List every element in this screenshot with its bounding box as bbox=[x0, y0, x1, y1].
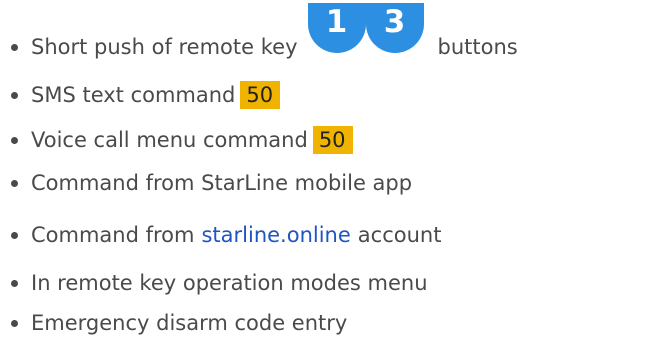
list-item-operation-modes: In remote key operation modes menu bbox=[0, 263, 428, 303]
item-text: Short push of remote key bbox=[31, 34, 298, 59]
bullet-icon bbox=[11, 179, 18, 187]
item-text-before: Command from bbox=[31, 222, 195, 247]
remote-key-buttons: 1 3 bbox=[307, 3, 426, 71]
bullet-icon bbox=[11, 319, 18, 327]
item-text: Emergency disarm code entry bbox=[31, 310, 348, 335]
list-item-remote-key: Short push of remote key 1 3 buttons bbox=[0, 3, 518, 67]
bullet-icon bbox=[11, 231, 18, 239]
list-item-sms-command: SMS text command 50 bbox=[0, 75, 281, 115]
starline-online-link[interactable]: starline.online bbox=[201, 224, 350, 246]
item-text: SMS text command bbox=[31, 82, 236, 107]
command-code-badge: 50 bbox=[312, 126, 353, 154]
list-item-mobile-app: Command from StarLine mobile app bbox=[0, 163, 412, 203]
remote-key-3-icon: 3 bbox=[365, 3, 424, 53]
item-text-after: buttons bbox=[437, 34, 518, 59]
remote-key-1-icon: 1 bbox=[307, 3, 366, 53]
list-item-voice-command: Voice call menu command 50 bbox=[0, 120, 353, 160]
list-item-emergency-code: Emergency disarm code entry bbox=[0, 303, 347, 343]
disarm-methods-list: Short push of remote key 1 3 buttons SMS… bbox=[0, 0, 646, 342]
item-text-after: account bbox=[357, 222, 442, 247]
bullet-icon bbox=[11, 279, 18, 287]
list-item-starline-online: Command from starline.online account bbox=[0, 215, 441, 255]
bullet-icon bbox=[11, 43, 18, 51]
bullet-icon bbox=[11, 136, 18, 144]
bullet-icon bbox=[11, 91, 18, 99]
item-text: In remote key operation modes menu bbox=[31, 270, 428, 295]
item-text: Command from StarLine mobile app bbox=[31, 170, 413, 195]
command-code-badge: 50 bbox=[240, 81, 281, 109]
item-text: Voice call menu command bbox=[31, 127, 308, 152]
